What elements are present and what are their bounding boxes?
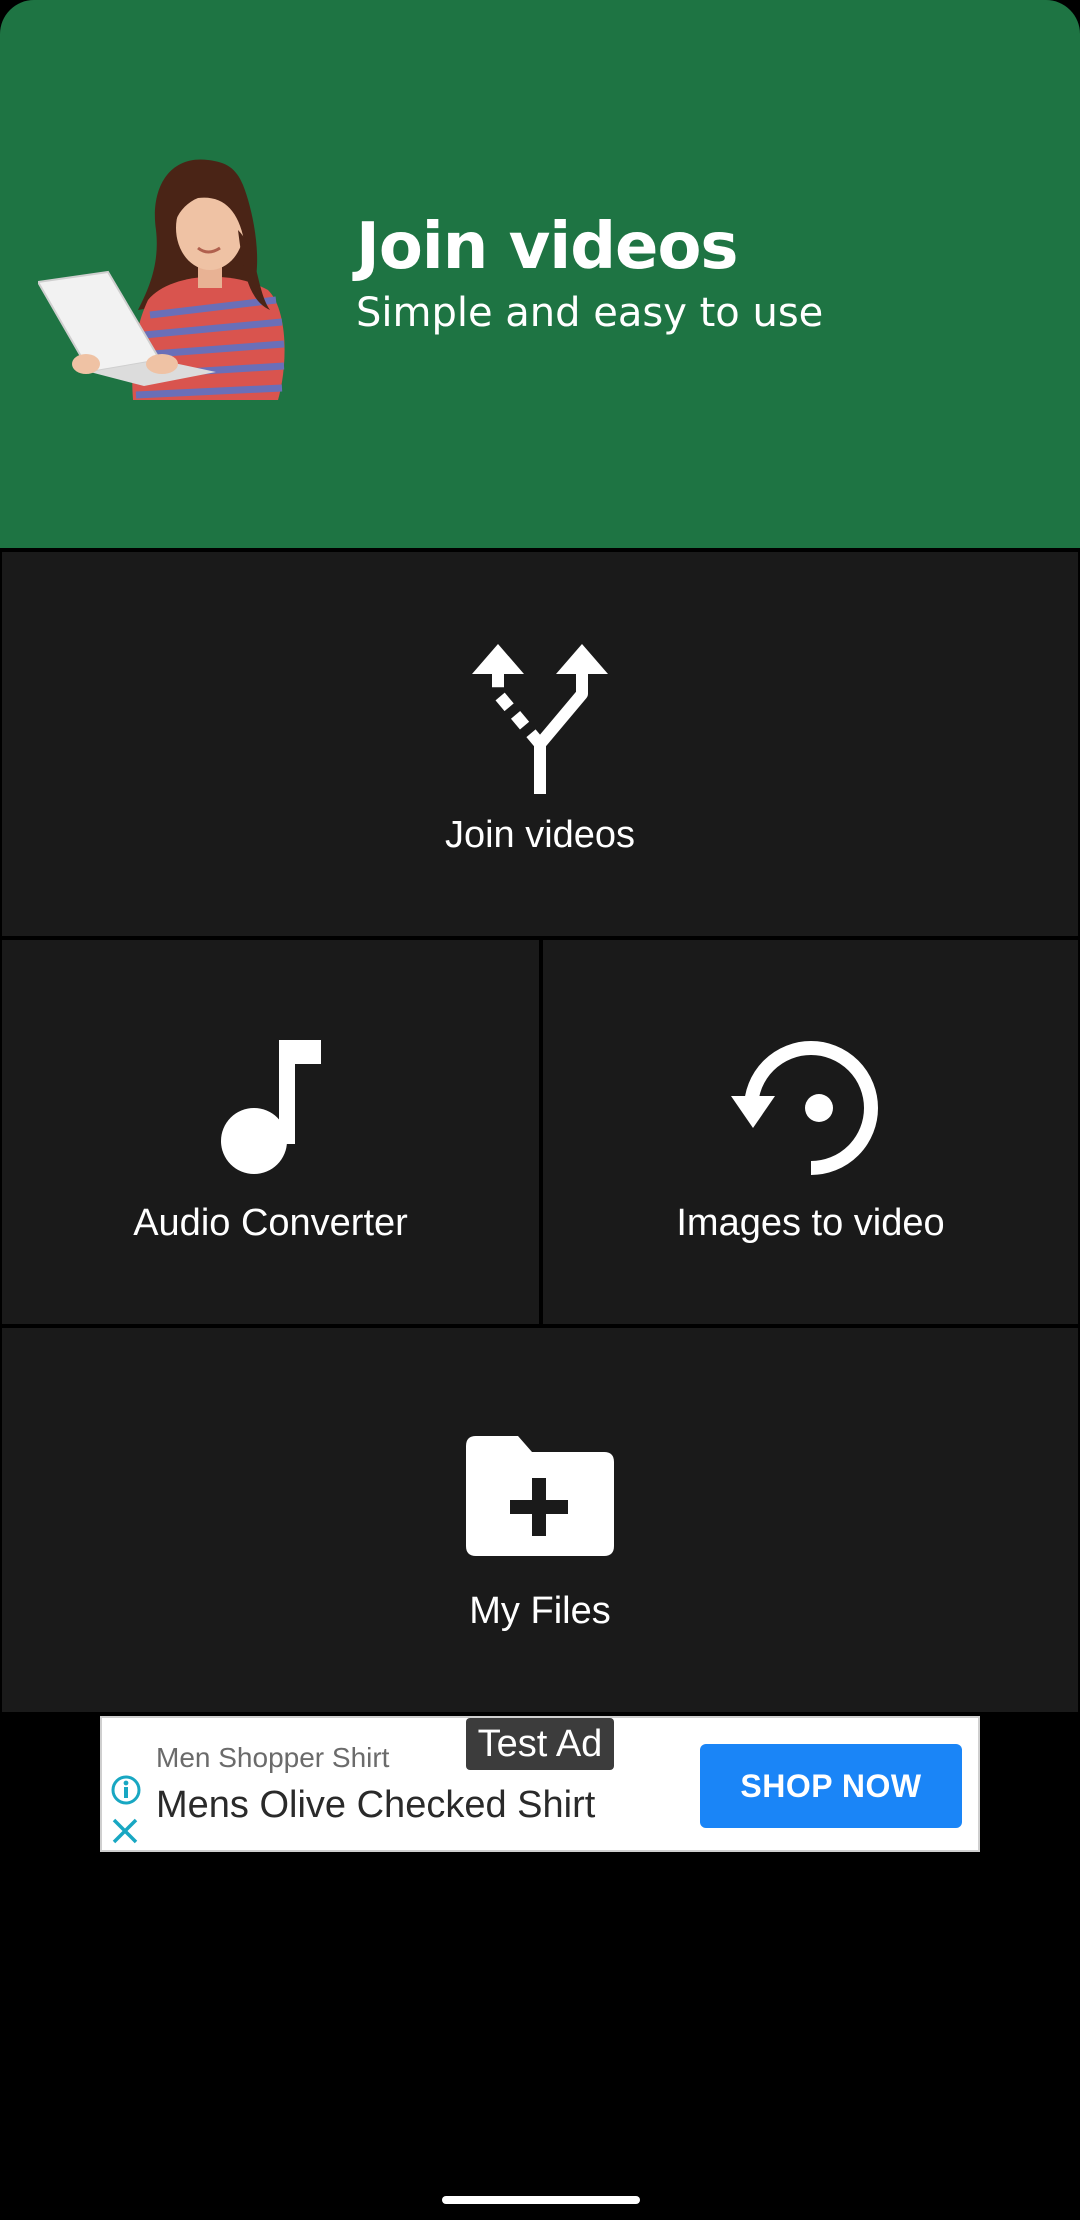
ad-banner[interactable]: Men Shopper Shirt Mens Olive Checked Shi… bbox=[100, 1716, 980, 1852]
header-banner: Join videos Simple and easy to use bbox=[0, 0, 1080, 548]
merge-arrows-icon bbox=[472, 644, 608, 794]
rotate-left-icon bbox=[730, 1041, 878, 1175]
info-icon[interactable] bbox=[110, 1774, 142, 1806]
music-note-icon bbox=[220, 1040, 321, 1174]
home-indicator[interactable] bbox=[442, 2196, 640, 2204]
tile-label: Join videos bbox=[444, 814, 636, 856]
close-icon[interactable] bbox=[110, 1816, 140, 1846]
header-subtitle: Simple and easy to use bbox=[356, 290, 824, 336]
ad-title[interactable]: Mens Olive Checked Shirt bbox=[156, 1784, 595, 1827]
my-files-tile[interactable]: My Files bbox=[0, 1326, 1080, 1714]
images-to-video-tile[interactable]: Images to video bbox=[541, 938, 1080, 1326]
test-ad-badge: Test Ad bbox=[466, 1718, 614, 1770]
audio-converter-tile[interactable]: Audio Converter bbox=[0, 938, 541, 1326]
shop-now-button[interactable]: SHOP NOW bbox=[700, 1744, 962, 1828]
tile-label: Audio Converter bbox=[133, 1202, 408, 1244]
hero-image bbox=[38, 159, 285, 400]
app-screen: Join videos Simple and easy to use Join … bbox=[0, 0, 1080, 2220]
folder-add-icon bbox=[466, 1436, 614, 1556]
tile-label: Images to video bbox=[676, 1202, 945, 1244]
header-title: Join videos bbox=[356, 210, 738, 284]
tile-label: My Files bbox=[469, 1590, 611, 1632]
ad-brand: Men Shopper Shirt bbox=[156, 1742, 390, 1773]
join-videos-tile[interactable]: Join videos bbox=[0, 550, 1080, 938]
